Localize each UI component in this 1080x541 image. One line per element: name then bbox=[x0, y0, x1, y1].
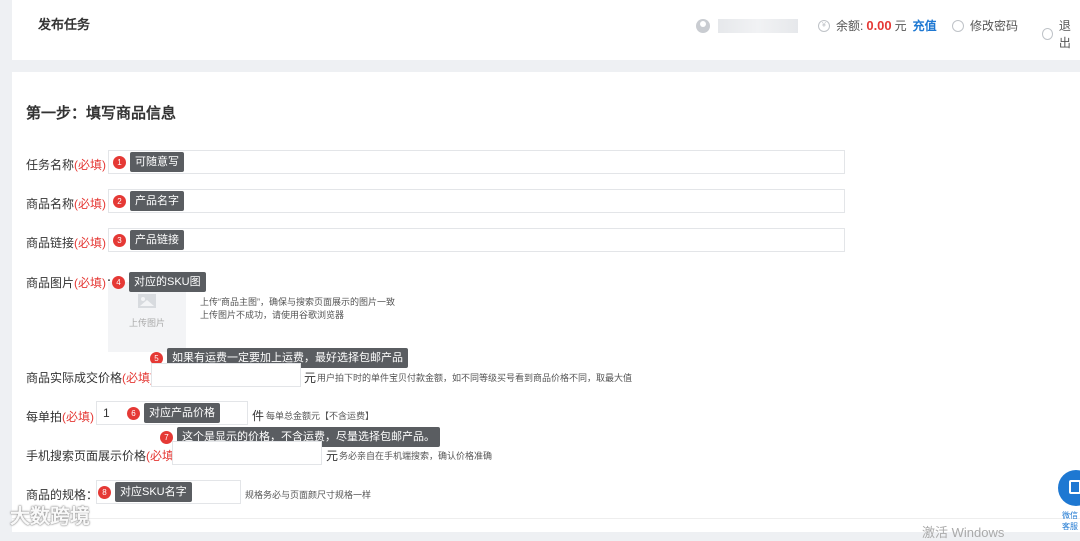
tip-text: 对应SKU名字 bbox=[115, 482, 192, 502]
username-blurred bbox=[718, 19, 798, 33]
page-title: 发布任务 bbox=[38, 17, 91, 32]
step-title: 第一步：填写商品信息 bbox=[26, 105, 177, 122]
product-name-label: 商品名称(必填)： bbox=[26, 197, 118, 211]
upload-label: 上传图片 bbox=[128, 318, 165, 328]
balance-area: ¥ 余额: 0.00 元 充值 bbox=[818, 17, 937, 34]
mobile-price-unit: 元 bbox=[326, 449, 339, 463]
tip-2: 2 产品名字 bbox=[113, 191, 184, 211]
tip-text: 产品链接 bbox=[130, 230, 184, 250]
tip-text: 对应产品价格 bbox=[144, 403, 220, 423]
tip-text: 可随意写 bbox=[130, 152, 184, 172]
coin-icon: ¥ bbox=[818, 19, 830, 32]
change-password-label: 修改密码 bbox=[970, 19, 1019, 33]
logout-label: 退出 bbox=[1058, 19, 1071, 50]
task-name-input[interactable] bbox=[108, 150, 845, 174]
task-form: 第一步：填写商品信息 任务名称(必填)： 1 可随意写 商品名称(必填)： 2 … bbox=[12, 72, 1080, 532]
deal-price-input[interactable] bbox=[151, 363, 301, 387]
image-icon bbox=[138, 294, 156, 308]
tip-text: 产品名字 bbox=[130, 191, 184, 211]
tip-4: 4 对应的SKU图 bbox=[112, 272, 206, 292]
divider bbox=[12, 518, 1080, 519]
balance-label: 余额: bbox=[836, 19, 864, 33]
tip-number: 4 bbox=[112, 275, 125, 289]
recharge-link[interactable]: 充值 bbox=[913, 17, 937, 34]
tip-3: 3 产品链接 bbox=[113, 230, 184, 250]
per-order-hint: 每单总金额元【不含运费】 bbox=[266, 411, 375, 421]
product-image-label: 商品图片(必填)： bbox=[26, 276, 118, 290]
image-hint-2: 上传图片不成功，请使用谷歌浏览器 bbox=[200, 310, 345, 320]
mobile-price-label: 手机搜索页面展示价格(必填)： bbox=[26, 449, 190, 463]
deal-price-unit: 元 bbox=[304, 371, 317, 385]
watermark-logo: 大数跨境 bbox=[10, 506, 90, 528]
tip-number: 8 bbox=[98, 485, 111, 499]
image-upload-box[interactable]: 上传图片 bbox=[108, 282, 186, 352]
task-name-label: 任务名称(必填)： bbox=[26, 158, 118, 172]
product-link-input[interactable] bbox=[108, 228, 845, 252]
top-bar: 发布任务 ¥ 余额: 0.00 元 充值 修改密码 退出 bbox=[12, 0, 1080, 60]
tip-number: 3 bbox=[113, 233, 126, 247]
user-info[interactable] bbox=[696, 17, 798, 35]
tip-6: 6 对应产品价格 bbox=[127, 403, 220, 423]
product-link-label: 商品链接(必填)： bbox=[26, 236, 118, 250]
lock-icon bbox=[952, 19, 964, 32]
tip-number: 1 bbox=[113, 155, 126, 169]
logout-link[interactable]: 退出 bbox=[1042, 17, 1080, 51]
per-order-unit: 件 bbox=[252, 409, 265, 423]
per-order-label: 每单拍(必填)： bbox=[26, 410, 106, 424]
tip-text: 对应的SKU图 bbox=[129, 272, 206, 292]
spec-hint: 规格务必与页面颜尺寸规格一样 bbox=[245, 490, 372, 500]
tip-number: 2 bbox=[113, 194, 126, 208]
change-password-link[interactable]: 修改密码 bbox=[952, 17, 1018, 34]
tip-1: 1 可随意写 bbox=[113, 152, 184, 172]
deal-price-label: 商品实际成交价格(必填)： bbox=[26, 371, 166, 385]
mobile-price-hint: 务必亲自在手机端搜索，确认价格准确 bbox=[339, 451, 493, 461]
mobile-price-input[interactable] bbox=[172, 441, 322, 465]
product-name-input[interactable] bbox=[108, 189, 845, 213]
tip-number: 6 bbox=[127, 406, 140, 420]
tip-8: 8 对应SKU名字 bbox=[98, 482, 192, 502]
balance-value: 0.00 bbox=[866, 18, 892, 33]
balance-unit: 元 bbox=[894, 19, 907, 33]
deal-price-hint: 用户拍下时的单件宝贝付款金额，如不同等级买号看到商品价格不同，取最大值 bbox=[317, 373, 633, 383]
image-hint-1: 上传“商品主图”，确保与搜索页面展示的图片一致 bbox=[200, 297, 395, 307]
wechat-service-label[interactable]: 微信客服 bbox=[1062, 510, 1080, 532]
power-icon bbox=[1042, 28, 1053, 40]
user-icon bbox=[696, 19, 710, 33]
